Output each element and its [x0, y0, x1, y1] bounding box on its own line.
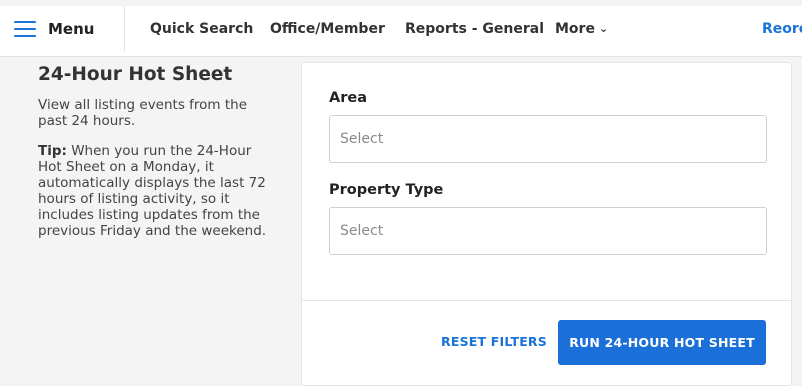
property-type-select-placeholder: Select — [340, 223, 384, 239]
run-hot-sheet-button[interactable]: RUN 24-HOUR HOT SHEET — [558, 320, 766, 365]
nav-item-more-label: More — [555, 21, 595, 37]
property-type-label: Property Type — [329, 182, 444, 198]
area-select-placeholder: Select — [340, 131, 384, 147]
tip-label: Tip: — [38, 143, 67, 159]
nav-item-more[interactable]: More ⌄ — [555, 6, 608, 52]
nav-item-reorder[interactable]: Reorc — [762, 6, 802, 52]
page-title: 24-Hour Hot Sheet — [38, 64, 233, 85]
area-select[interactable]: Select — [329, 115, 767, 163]
menu-label: Menu — [48, 20, 95, 38]
card-divider — [302, 300, 791, 301]
tip-text: When you run the 24-Hour Hot Sheet on a … — [38, 143, 267, 239]
info-sidebar: 24-Hour Hot Sheet View all listing event… — [38, 64, 278, 239]
page-description: View all listing events from the past 24… — [38, 97, 248, 129]
top-navigation-bar: Menu Quick Search Office/Member Reports … — [0, 0, 802, 57]
tip-paragraph: Tip: When you run the 24-Hour Hot Sheet … — [38, 143, 278, 239]
nav-item-quick-search[interactable]: Quick Search — [150, 6, 253, 52]
property-type-select[interactable]: Select — [329, 207, 767, 255]
menu-button[interactable]: Menu — [0, 6, 125, 52]
filter-card: Area Select Property Type Select RESET F… — [301, 62, 792, 386]
reset-filters-button[interactable]: RESET FILTERS — [441, 329, 547, 355]
nav-item-office-member[interactable]: Office/Member — [270, 6, 385, 52]
nav-item-reports-general[interactable]: Reports - General — [405, 6, 544, 52]
area-label: Area — [329, 90, 367, 106]
chevron-down-icon: ⌄ — [598, 22, 609, 35]
hamburger-icon — [14, 21, 36, 37]
